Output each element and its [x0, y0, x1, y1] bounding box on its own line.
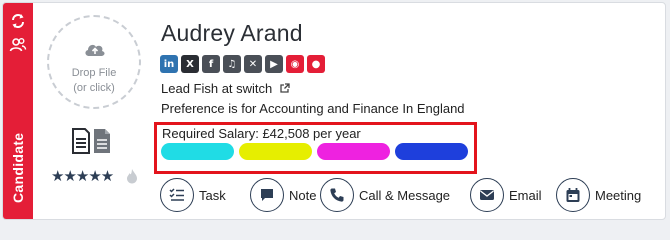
tag-pill-yellow[interactable] — [239, 143, 312, 160]
tag-pill-blue[interactable] — [395, 143, 468, 160]
call-message-button[interactable]: Call & Message — [320, 177, 450, 213]
cv-document-icon[interactable] — [72, 128, 90, 154]
tag-pill-cyan[interactable] — [161, 143, 234, 160]
dropzone-line2: (or click) — [73, 82, 115, 94]
phone-icon — [320, 178, 354, 212]
candidate-sidebar: Candidate — [3, 3, 33, 219]
role-link[interactable]: Lead Fish at switch — [161, 81, 272, 96]
preference-text: Preference is for Accounting and Finance… — [161, 101, 465, 116]
social-links: in Xf ♫ ✕ ▶ ◉ ● — [160, 55, 325, 73]
note-button[interactable]: Note — [250, 177, 316, 213]
salary-label: Required Salary: — [162, 126, 263, 141]
file-document-icon[interactable] — [94, 129, 110, 153]
envelope-icon — [470, 178, 504, 212]
call-label: Call & Message — [359, 187, 451, 203]
play-icon[interactable]: ▶ — [265, 55, 283, 73]
note-icon — [250, 178, 284, 212]
xing-icon[interactable]: ✕ — [244, 55, 262, 73]
meeting-label: Meeting — [595, 187, 642, 203]
dropzone-line1: Drop File — [71, 67, 117, 79]
task-icon — [160, 178, 194, 212]
external-link-icon[interactable] — [280, 83, 290, 93]
facebook-icon[interactable]: f — [202, 55, 220, 73]
documents-icons — [72, 128, 110, 154]
headphones-icon[interactable]: ♫ — [223, 55, 241, 73]
note-label: Note — [289, 187, 317, 203]
task-button[interactable]: Task — [160, 177, 226, 213]
current-role[interactable]: Lead Fish at switch — [161, 81, 290, 96]
candidate-card: Candidate Drop File (or click) ★★★★★ Aud… — [2, 2, 666, 220]
tag-pill-magenta[interactable] — [317, 143, 390, 160]
star-rating[interactable]: ★★★★★ — [51, 167, 114, 185]
globe-icon[interactable]: ◉ — [286, 55, 304, 73]
meeting-button[interactable]: Meeting — [556, 177, 641, 213]
location-pin-icon[interactable]: ● — [307, 55, 325, 73]
email-label: Email — [509, 187, 542, 203]
candidate-name: Audrey Arand — [161, 20, 303, 46]
cloud-upload-icon — [85, 44, 105, 56]
required-salary: Required Salary: £42,508 per year — [162, 126, 361, 141]
preference-prefix: Preference is for — [161, 101, 260, 116]
refresh-icon[interactable] — [9, 12, 27, 30]
email-button[interactable]: Email — [470, 177, 542, 213]
file-dropzone[interactable]: Drop File (or click) — [47, 15, 141, 109]
sidebar-label: Candidate — [10, 132, 26, 203]
task-label: Task — [199, 187, 226, 203]
salary-value: £42,508 per year — [262, 126, 361, 141]
people-icon[interactable] — [9, 36, 27, 54]
preference-value: Accounting and Finance In England — [259, 101, 465, 116]
linkedin-icon[interactable]: in — [160, 55, 178, 73]
flame-icon[interactable] — [126, 168, 138, 184]
x-icon[interactable]: X — [181, 55, 199, 73]
salary-highlight-box: Required Salary: £42,508 per year — [154, 122, 477, 174]
calendar-icon — [556, 178, 590, 212]
